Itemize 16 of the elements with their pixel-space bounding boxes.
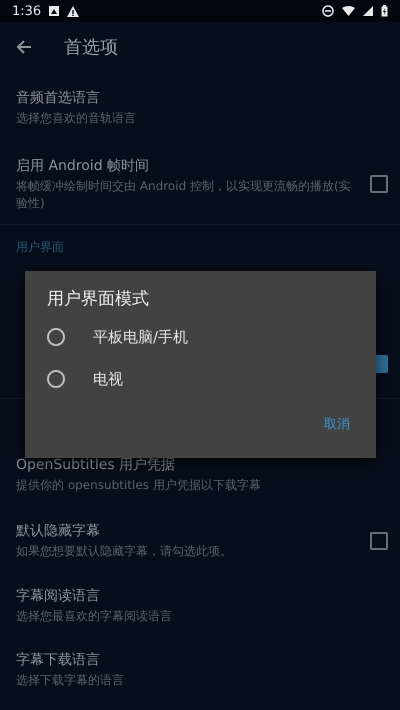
preference-title: 字幕阅读语言	[16, 587, 101, 606]
status-time: 1:36	[12, 4, 42, 18]
preference-title: 音频首选语言	[16, 89, 101, 108]
preference-summary: 选择下载字幕的语言	[16, 672, 125, 689]
dialog-title: 用户界面模式	[46, 288, 150, 310]
preference-title: 默认隐藏字幕	[16, 522, 101, 540]
preference-summary: 提供你的 opensubtitles 用户凭据以下载字幕	[16, 477, 262, 494]
preference-summary: 将帧缓冲绘制时间交由 Android 控制，以实现更流畅的播放(实验性)	[16, 178, 352, 212]
preference-summary: 选择您最喜欢的字幕阅读语言	[16, 608, 173, 625]
preference-title: OpenSubtitles 用户凭据	[16, 456, 176, 474]
preference-summary: 选择您喜欢的音轨语言	[16, 110, 137, 127]
preference-title: 字幕下载语言	[16, 651, 101, 670]
page-title: 首选项	[64, 36, 118, 59]
preference-summary: 如果您想要默认隐藏字幕，请勾选此项。	[16, 543, 233, 560]
preference-title: 启用 Android 帧时间	[16, 156, 150, 175]
section-header: 用户界面	[16, 239, 64, 256]
